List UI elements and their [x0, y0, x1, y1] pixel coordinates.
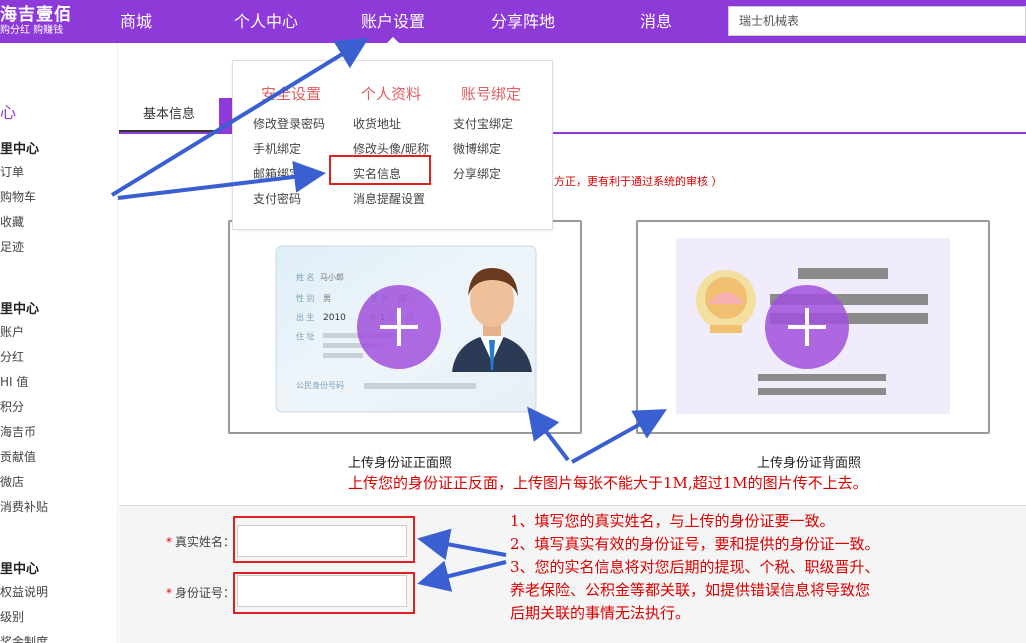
- sidebar-item-bonus-system[interactable]: 奖金制度: [0, 633, 48, 643]
- site-logo[interactable]: 海吉壹佰 购分红 购赚钱: [0, 5, 72, 37]
- sidebar-item-rights[interactable]: 权益说明: [0, 583, 48, 600]
- sidebar-item-orders[interactable]: 订单: [0, 163, 24, 180]
- sidebar-section-title: 里中心: [0, 142, 40, 157]
- id-number-label: 公民身份号码: [296, 380, 344, 390]
- id-birth-year: 2010: [323, 313, 346, 323]
- search-input[interactable]: 瑞士机械表: [728, 6, 1026, 36]
- required-mark: *: [166, 535, 172, 549]
- menu-item-change-password[interactable]: 修改登录密码: [253, 115, 325, 132]
- sidebar-item-account[interactable]: 账户: [0, 323, 24, 340]
- tab-real-name[interactable]: [219, 98, 233, 132]
- nav-account-settings[interactable]: 账户设置: [361, 0, 425, 44]
- sidebar-item-microstore[interactable]: 微店: [0, 473, 24, 490]
- sidebar-item-level[interactable]: 级别: [0, 608, 24, 625]
- upload-back-plus-icon[interactable]: [765, 285, 849, 369]
- note-line: 养老保险、公积金等都关联，如提供错误信息将导致您: [510, 581, 871, 599]
- dropdown-heading-profile[interactable]: 个人资料: [361, 83, 421, 104]
- page: 海吉壹佰 购分红 购赚钱 商城 个人中心 账户设置 分享阵地 消息 瑞士机械表 …: [0, 0, 1026, 643]
- upload-warning: 上传您的身份证正反面，上传图片每张不能大于1M,超过1M的图片传不上去。: [348, 474, 868, 492]
- menu-item-share-binding[interactable]: 分享绑定: [453, 165, 501, 182]
- logo-slogan: 购分红 购赚钱: [0, 25, 64, 36]
- sidebar-item-history[interactable]: 足迹: [0, 238, 24, 255]
- note-line: 后期关联的事情无法执行。: [510, 604, 691, 622]
- menu-item-alipay-binding[interactable]: 支付宝绑定: [453, 115, 513, 132]
- menu-item-email-binding[interactable]: 邮箱绑定: [253, 165, 301, 182]
- sidebar-item-coins[interactable]: 海吉币: [0, 423, 36, 440]
- sidebar-title: 心: [0, 103, 17, 122]
- menu-item-shipping-address[interactable]: 收货地址: [353, 115, 401, 132]
- note-line: 1、填写您的真实姓名，与上传的身份证要一致。: [510, 512, 835, 530]
- instruction-notes: 1、填写您的真实姓名，与上传的身份证要一致。 2、填写真实有效的身份证号，要和提…: [510, 510, 990, 625]
- sidebar-section-title: 里中心: [0, 302, 40, 317]
- note-line: 3、您的实名信息将对您后期的提现、个税、职级晋升、: [510, 558, 880, 576]
- id-front-upload-box[interactable]: 姓 名 马小郎 性 别 男 民 族 汉 出 生 2010 年 1 月 1 日 住…: [228, 220, 582, 434]
- menu-item-notification-settings[interactable]: 消息提醒设置: [353, 190, 425, 207]
- menu-item-payment-password[interactable]: 支付密码: [253, 190, 301, 207]
- sidebar-item-favorites[interactable]: 收藏: [0, 213, 24, 230]
- id-number-input[interactable]: [237, 575, 407, 607]
- real-name-label: * 真实姓名：: [166, 535, 236, 549]
- sidebar-item-subsidy[interactable]: 消费补贴: [0, 498, 48, 515]
- menu-item-phone-binding[interactable]: 手机绑定: [253, 140, 301, 157]
- sidebar-item-hi-value[interactable]: HI 值: [0, 373, 28, 390]
- account-settings-dropdown: 安全设置 个人资料 账号绑定 修改登录密码 手机绑定 邮箱绑定 支付密码 收货地…: [232, 60, 553, 230]
- front-upload-label: 上传身份证正面照: [348, 456, 453, 471]
- nav-mall[interactable]: 商城: [120, 0, 152, 43]
- sidebar-item-cart[interactable]: 购物车: [0, 188, 36, 205]
- logo-text: 海吉壹佰: [0, 5, 72, 25]
- top-nav-bar: 海吉壹佰 购分红 购赚钱 商城 个人中心 账户设置 分享阵地 消息 瑞士机械表: [0, 0, 1026, 44]
- upload-front-plus-icon[interactable]: [357, 285, 441, 369]
- id-name-value: 马小郎: [320, 272, 344, 282]
- id-sex-value: 男: [323, 294, 331, 303]
- tab-basic-info[interactable]: 基本信息: [119, 98, 219, 132]
- sidebar-section-title: 里中心: [0, 562, 40, 577]
- nav-share[interactable]: 分享阵地: [491, 0, 555, 43]
- dropdown-heading-binding[interactable]: 账号绑定: [461, 83, 521, 104]
- id-sex-label: 性 别: [296, 293, 315, 303]
- sidebar-item-dividend[interactable]: 分红: [0, 348, 24, 365]
- nav-messages[interactable]: 消息: [640, 0, 672, 43]
- menu-item-avatar-nickname[interactable]: 修改头像/昵称: [353, 140, 429, 157]
- id-back-upload-box[interactable]: [636, 220, 990, 434]
- sidebar-item-contribution[interactable]: 贡献值: [0, 448, 36, 465]
- upload-tip: 置方正，更有利于通过系统的审核 ）: [543, 175, 723, 188]
- nav-personal-center[interactable]: 个人中心: [234, 0, 298, 43]
- note-line: 2、填写真实有效的身份证号，要和提供的身份证一致。: [510, 535, 880, 553]
- sidebar-item-points[interactable]: 积分: [0, 398, 24, 415]
- menu-item-weibo-binding[interactable]: 微博绑定: [453, 140, 501, 157]
- back-upload-label: 上传身份证背面照: [757, 456, 862, 471]
- id-address-label: 住 址: [296, 331, 315, 341]
- sidebar: 心 里中心 订单 购物车 收藏 足迹 里中心 账户 分红 HI 值 积分 海吉币…: [0, 43, 118, 643]
- real-name-input[interactable]: [237, 525, 407, 557]
- menu-item-real-name-info[interactable]: 实名信息: [353, 165, 401, 182]
- id-name-label: 姓 名: [296, 272, 315, 282]
- id-birth-label: 出 生: [296, 312, 315, 322]
- required-mark: *: [166, 586, 172, 600]
- dropdown-heading-security[interactable]: 安全设置: [261, 83, 321, 104]
- id-number-label: * 身份证号：: [166, 586, 236, 600]
